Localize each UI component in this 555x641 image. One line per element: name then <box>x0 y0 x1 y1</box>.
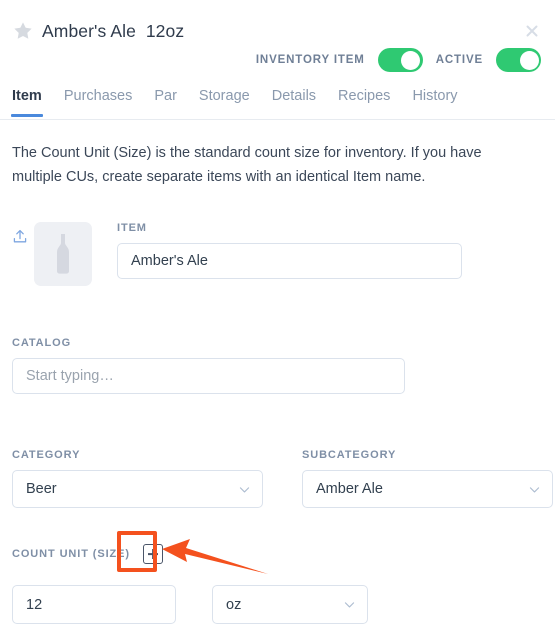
subcategory-select[interactable]: Amber Ale <box>302 470 553 508</box>
chevron-down-icon <box>344 602 355 608</box>
category-label: CATEGORY <box>12 449 81 461</box>
item-row: ITEM Amber's Ale <box>12 222 542 286</box>
count-unit-uom-select[interactable]: oz <box>212 585 368 624</box>
count-unit-inputs: 12 oz <box>12 585 368 624</box>
catalog-label: CATALOG <box>12 337 72 349</box>
catalog-input[interactable]: Start typing… <box>12 358 405 394</box>
item-field-group: ITEM Amber's Ale <box>117 222 462 279</box>
toggle-knob <box>519 50 539 70</box>
tab-recipes[interactable]: Recipes <box>338 88 390 117</box>
category-value: Beer <box>26 481 57 497</box>
item-name-input[interactable]: Amber's Ale <box>117 243 462 279</box>
panel-header: Amber's Ale 12oz <box>0 14 555 48</box>
tab-bar: Item Purchases Par Storage Details Recip… <box>0 88 555 121</box>
count-unit-size-input[interactable]: 12 <box>12 585 176 624</box>
description-text: The Count Unit (Size) is the standard co… <box>12 145 482 185</box>
category-field-group: CATEGORY Beer <box>12 449 263 508</box>
inventory-item-toggle[interactable] <box>377 48 423 72</box>
count-unit-uom-value: oz <box>226 596 242 613</box>
toggle-knob <box>401 50 421 70</box>
add-count-unit-button[interactable] <box>142 544 163 564</box>
item-image-thumbnail[interactable] <box>34 222 92 286</box>
subcategory-label: SUBCATEGORY <box>302 449 397 461</box>
category-select[interactable]: Beer <box>12 470 263 508</box>
item-detail-panel: Amber's Ale 12oz INVENTORY ITEM ACTIVE I… <box>0 0 555 641</box>
catalog-field-group: CATALOG Start typing… <box>12 337 405 394</box>
tab-item[interactable]: Item <box>11 88 43 117</box>
item-field-label: ITEM <box>117 222 147 234</box>
upload-icon[interactable] <box>12 228 28 246</box>
tab-storage[interactable]: Storage <box>199 88 250 117</box>
active-label: ACTIVE <box>435 54 483 66</box>
chevron-down-icon <box>239 486 250 493</box>
tab-history[interactable]: History <box>412 88 457 117</box>
category-row: CATEGORY Beer SUBCATEGORY Amber Ale <box>12 449 553 508</box>
subcategory-value: Amber Ale <box>316 481 383 497</box>
close-icon[interactable] <box>523 22 541 40</box>
toggle-row: INVENTORY ITEM ACTIVE <box>256 48 541 72</box>
tab-divider <box>0 119 555 120</box>
arrow-left-icon <box>162 539 268 574</box>
subcategory-field-group: SUBCATEGORY Amber Ale <box>302 449 553 508</box>
page-title: Amber's Ale 12oz <box>42 20 185 41</box>
count-unit-label: COUNT UNIT (SIZE) <box>12 548 130 560</box>
inventory-item-label: INVENTORY ITEM <box>255 54 365 66</box>
chevron-down-icon <box>529 486 540 493</box>
tab-details[interactable]: Details <box>272 88 316 117</box>
bottle-icon <box>57 234 69 274</box>
tab-par[interactable]: Par <box>154 88 177 117</box>
star-icon[interactable] <box>12 20 34 42</box>
count-unit-header: COUNT UNIT (SIZE) <box>12 544 163 564</box>
active-toggle[interactable] <box>496 48 541 72</box>
tab-purchases[interactable]: Purchases <box>64 88 133 117</box>
